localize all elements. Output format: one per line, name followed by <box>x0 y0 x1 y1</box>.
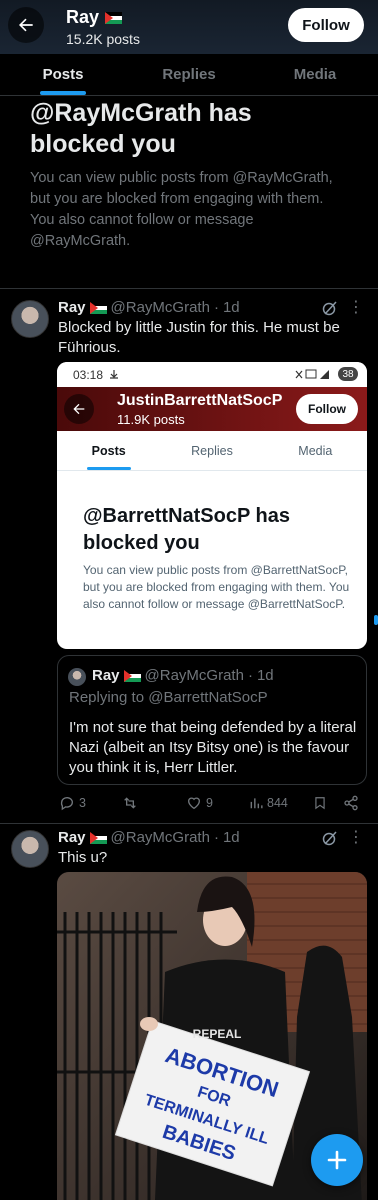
palestine-flag-icon <box>123 669 141 682</box>
tab-media[interactable]: Media <box>252 54 378 95</box>
divider <box>0 288 378 289</box>
palestine-flag-icon <box>105 11 123 24</box>
screenshot-tab-posts: Posts <box>57 431 160 470</box>
screenshot-follow-button: Follow <box>296 394 358 424</box>
post-count: 15.2K posts <box>66 31 140 47</box>
more-icon[interactable]: ⋮ <box>348 297 365 317</box>
plus-icon <box>327 1150 347 1170</box>
screenshot-post-count: 11.9K posts <box>117 412 185 427</box>
tab-replies[interactable]: Replies <box>126 54 252 95</box>
shirt-text: REPEAL <box>193 1027 242 1041</box>
grok-icon[interactable] <box>322 300 338 316</box>
screenshot-blocked-description: You can view public posts from @BarrettN… <box>83 563 350 611</box>
screenshot-profile-name: JustinBarrettNatSocP <box>117 392 283 409</box>
reply-count: 3 <box>79 796 86 810</box>
quote-text: I'm not sure that being defended by a li… <box>69 719 357 776</box>
profile-tabs: Posts Replies Media <box>0 54 378 96</box>
quote-header: Ray @RayMcGrath · 1d <box>92 667 274 684</box>
profile-header: Ray 15.2K posts Follow <box>0 0 378 54</box>
download-icon <box>110 370 118 379</box>
signal-icons <box>295 369 329 379</box>
tweet-header: Ray @RayMcGrath · 1d <box>58 299 240 316</box>
battery-indicator: 38 <box>338 367 358 381</box>
screenshot-header: JustinBarrettNatSocP 11.9K posts Follow <box>57 387 367 431</box>
separator-dot: · <box>213 299 219 316</box>
screenshot-tab-replies: Replies <box>191 443 233 458</box>
tweet-text: Blocked by little Justin for this. He mu… <box>58 319 340 356</box>
like-button[interactable]: 9 <box>186 795 213 811</box>
blocked-title: @RayMcGrath has blocked you <box>30 99 252 158</box>
bookmark-button[interactable] <box>313 795 327 811</box>
follow-button[interactable]: Follow <box>288 8 364 42</box>
avatar[interactable] <box>11 830 49 868</box>
views-icon <box>250 798 263 809</box>
tweet-time[interactable]: 1d <box>223 829 240 846</box>
back-button[interactable] <box>8 7 44 43</box>
bookmark-icon <box>315 797 325 810</box>
compose-button[interactable] <box>311 1134 363 1186</box>
embedded-screenshot[interactable]: 03:18 38 JustinBarrettNatSocP 11.9K post… <box>57 362 367 649</box>
divider <box>0 823 378 824</box>
view-count: 844 <box>267 796 288 810</box>
screenshot-tab-media: Media <box>298 443 333 458</box>
status-bar: 03:18 38 <box>57 362 367 387</box>
share-icon <box>344 795 358 811</box>
more-icon[interactable]: ⋮ <box>348 827 365 847</box>
retweet-icon <box>124 797 136 809</box>
tab-posts[interactable]: Posts <box>0 54 126 95</box>
palestine-flag-icon <box>89 831 107 844</box>
tweet-handle[interactable]: @RayMcGrath <box>111 299 210 316</box>
tweet-header: Ray @RayMcGrath · 1d <box>58 829 240 846</box>
quote-time: 1d <box>256 667 274 684</box>
reply-icon <box>60 797 73 811</box>
quote-author-name: Ray <box>92 667 120 684</box>
profile-name: Ray <box>66 7 123 28</box>
scroll-indicator <box>374 615 378 625</box>
profile-name-text: Ray <box>66 7 100 27</box>
arrow-left-icon <box>19 18 33 32</box>
tweet-author-name[interactable]: Ray <box>58 299 86 316</box>
tweet-time[interactable]: 1d <box>223 299 240 316</box>
quoted-tweet[interactable]: Ray @RayMcGrath · 1d Replying to @Barret… <box>57 655 367 785</box>
arrow-left-icon <box>73 403 85 415</box>
palestine-flag-icon <box>89 301 107 314</box>
status-time: 03:18 <box>73 368 104 382</box>
quote-handle: @RayMcGrath <box>144 667 244 684</box>
avatar[interactable] <box>11 300 49 338</box>
separator-dot: · <box>247 667 253 684</box>
retweet-button[interactable] <box>121 795 143 811</box>
screenshot-blocked-title: @BarrettNatSocP has blocked you <box>83 505 290 554</box>
separator-dot: · <box>213 829 219 846</box>
grok-icon[interactable] <box>322 830 338 846</box>
heart-icon <box>187 797 201 810</box>
back-button <box>64 394 94 424</box>
views-button[interactable]: 844 <box>249 795 288 811</box>
avatar <box>68 668 86 686</box>
tweet-handle[interactable]: @RayMcGrath <box>111 829 210 846</box>
like-count: 9 <box>206 796 213 810</box>
screenshot-tabs: Posts Replies Media <box>57 431 367 471</box>
blocked-description: You can view public posts from @RayMcGra… <box>30 170 333 249</box>
share-button[interactable] <box>343 795 359 811</box>
reply-button[interactable]: 3 <box>59 795 86 811</box>
replying-to: Replying to @BarrettNatSocP <box>69 689 268 706</box>
tweet-author-name[interactable]: Ray <box>58 829 86 846</box>
tweet-actions: 3 9 844 <box>57 792 367 816</box>
tweet-text: This u? <box>58 849 108 866</box>
